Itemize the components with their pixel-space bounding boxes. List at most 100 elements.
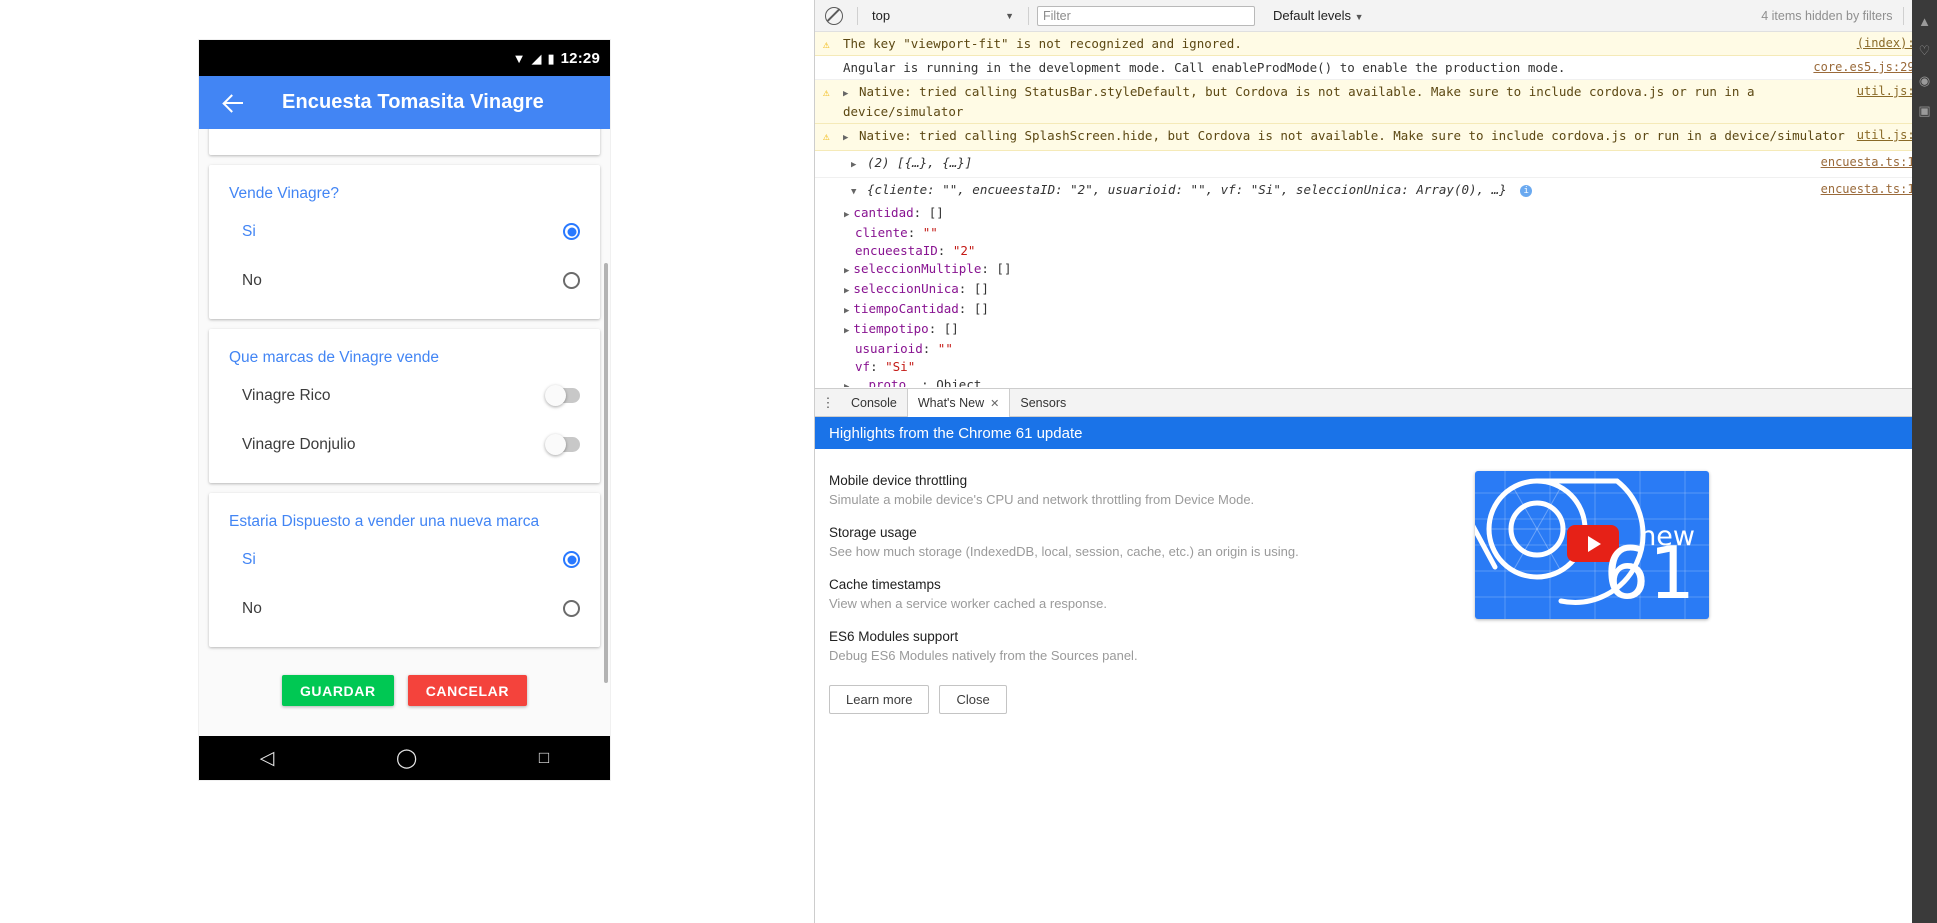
- property-value: []: [928, 205, 944, 220]
- android-status-bar: ▼ ◢ ▮ 12:29: [199, 40, 610, 76]
- survey-scrollbar[interactable]: [604, 263, 608, 683]
- more-options-icon[interactable]: ⋮: [815, 389, 841, 416]
- phone-mockup: ▼ ◢ ▮ 12:29 Encuesta Tomasita Vinagre Ve…: [199, 40, 610, 780]
- property-name: tiempoCantidad: [853, 301, 959, 316]
- circle-home-icon[interactable]: ◯: [396, 747, 417, 770]
- info-icon[interactable]: i: [1520, 185, 1533, 197]
- page-icon[interactable]: ▣: [1912, 103, 1937, 119]
- back-arrow-icon[interactable]: [221, 90, 247, 116]
- expand-arrow-icon[interactable]: ▶: [843, 130, 848, 147]
- tab-label: Sensors: [1020, 395, 1067, 410]
- close-button[interactable]: Close: [939, 685, 1007, 714]
- question-label: Que marcas de Vinagre vende: [229, 349, 439, 366]
- option-row[interactable]: Vinagre Rico: [209, 371, 600, 420]
- tab-label: Console: [851, 395, 897, 410]
- chevron-up-icon[interactable]: ▲: [1912, 14, 1937, 29]
- property-name: usuarioid: [855, 341, 923, 356]
- property-name: vf: [855, 359, 871, 374]
- property-name: encueestaID: [855, 243, 938, 258]
- expand-arrow-icon[interactable]: ▶: [843, 86, 848, 103]
- globe-icon[interactable]: ◉: [1912, 73, 1937, 89]
- expand-arrow-icon[interactable]: ▶: [844, 206, 849, 224]
- collapse-arrow-icon[interactable]: ▼: [851, 184, 856, 201]
- toolbar-divider: [1902, 6, 1904, 25]
- radio-unselected-icon[interactable]: [563, 600, 580, 617]
- option-row[interactable]: Si: [209, 535, 600, 584]
- save-button[interactable]: GUARDAR: [281, 675, 394, 706]
- survey-scroll-region[interactable]: Vende Vinagre? Si No Que marcas de Vinag…: [199, 129, 610, 736]
- option-label: Vinagre Rico: [242, 386, 331, 404]
- whats-new-list: Mobile device throttling Simulate a mobi…: [829, 471, 1469, 714]
- app-bar: Encuesta Tomasita Vinagre: [199, 76, 610, 129]
- object-property[interactable]: ▶ tiempoCantidad: []: [815, 300, 1937, 320]
- survey-card-partial: [209, 129, 600, 155]
- tab-label: What's New: [917, 396, 985, 410]
- property-value: []: [996, 261, 1012, 276]
- console-message[interactable]: Angular is running in the development mo…: [815, 56, 1937, 80]
- expand-arrow-icon[interactable]: ▶: [844, 302, 849, 320]
- object-property[interactable]: encueestaID: "2": [815, 242, 1937, 260]
- property-value: "2": [952, 243, 976, 258]
- radio-selected-icon[interactable]: [563, 551, 580, 568]
- option-row[interactable]: Si: [209, 207, 600, 256]
- object-summary: {cliente: "", encueestaID: "2", usuarioi…: [866, 182, 1507, 197]
- devtools-panel: top ▼ Default levels ▼ 4 items hidden by…: [814, 0, 1937, 923]
- object-property[interactable]: ▶ seleccionUnica: []: [815, 280, 1937, 300]
- property-name: cantidad: [853, 205, 914, 220]
- tab-sensors[interactable]: Sensors: [1010, 389, 1076, 416]
- chevron-down-icon: ▼: [1354, 12, 1364, 22]
- expand-arrow-icon[interactable]: ▶: [844, 378, 849, 387]
- property-name: __proto__: [853, 377, 922, 387]
- cancel-button[interactable]: CANCELAR: [407, 675, 528, 706]
- console-message[interactable]: ⚠ The key "viewport-fit" is not recogniz…: [815, 32, 1937, 56]
- object-property[interactable]: ▶ seleccionMultiple: []: [815, 260, 1937, 280]
- survey-screen: Vende Vinagre? Si No Que marcas de Vinag…: [199, 129, 610, 736]
- expand-arrow-icon[interactable]: ▶: [844, 262, 849, 280]
- tab-console[interactable]: Console: [841, 389, 907, 416]
- question-label: Vende Vinagre?: [229, 185, 340, 202]
- log-levels-dropdown[interactable]: Default levels ▼: [1273, 8, 1364, 23]
- square-recents-icon[interactable]: □: [539, 748, 549, 768]
- property-value: "": [922, 225, 938, 240]
- triangle-back-icon[interactable]: ◁: [260, 747, 275, 770]
- execution-context-select[interactable]: top ▼: [866, 8, 1020, 23]
- clear-console-icon[interactable]: [825, 6, 843, 25]
- expand-arrow-icon[interactable]: ▶: [844, 282, 849, 300]
- item-title: Mobile device throttling: [829, 473, 968, 488]
- item-title: ES6 Modules support: [829, 629, 959, 644]
- option-row[interactable]: No: [209, 584, 600, 633]
- option-label: Si: [242, 222, 256, 240]
- object-property[interactable]: cliente: "": [815, 224, 1937, 242]
- object-property[interactable]: ▶ tiempotipo: []: [815, 320, 1937, 340]
- survey-card-vende-vinagre: Vende Vinagre? Si No: [209, 165, 600, 319]
- whats-new-item: Storage usage See how much storage (Inde…: [829, 523, 1469, 561]
- object-property[interactable]: ▶ cantidad: []: [815, 204, 1937, 224]
- status-bar-clock: 12:29: [560, 49, 600, 67]
- item-description: Debug ES6 Modules natively from the Sour…: [829, 648, 1138, 663]
- option-row[interactable]: No: [209, 256, 600, 305]
- filter-input[interactable]: [1037, 5, 1255, 26]
- object-property[interactable]: vf: "Si": [815, 358, 1937, 376]
- learn-more-button[interactable]: Learn more: [829, 685, 930, 714]
- console-object-log[interactable]: ▼ {cliente: "", encueestaID: "2", usuari…: [815, 178, 1937, 204]
- expand-arrow-icon[interactable]: ▶: [851, 157, 856, 174]
- expand-arrow-icon[interactable]: ▶: [844, 322, 849, 340]
- console-message[interactable]: ⚠ ▶ Native: tried calling StatusBar.styl…: [815, 80, 1937, 124]
- console-message-list[interactable]: ⚠ The key "viewport-fit" is not recogniz…: [815, 32, 1937, 387]
- promo-version-label: 61: [1603, 531, 1695, 615]
- toggle-switch-off-icon[interactable]: [545, 385, 580, 406]
- radio-unselected-icon[interactable]: [563, 272, 580, 289]
- chrome-61-promo-image[interactable]: new 61: [1475, 471, 1709, 619]
- tab-whats-new[interactable]: What's New ✕: [906, 389, 1011, 417]
- console-message[interactable]: ▶ (2) [{…}, {…}] encuesta.ts:148: [815, 151, 1937, 178]
- radio-selected-icon[interactable]: [563, 223, 580, 240]
- console-message[interactable]: ⚠ ▶ Native: tried calling SplashScreen.h…: [815, 124, 1937, 151]
- chevron-down-icon: ▼: [1005, 10, 1014, 21]
- console-message-text: Native: tried calling StatusBar.styleDef…: [843, 84, 1755, 119]
- object-property[interactable]: ▶ __proto__: Object: [815, 376, 1937, 387]
- option-row[interactable]: Vinagre Donjulio: [209, 420, 600, 469]
- object-property[interactable]: usuarioid: "": [815, 340, 1937, 358]
- toggle-switch-off-icon[interactable]: [545, 434, 580, 455]
- close-icon[interactable]: ✕: [990, 397, 999, 410]
- bookmark-icon[interactable]: ♡: [1912, 43, 1937, 59]
